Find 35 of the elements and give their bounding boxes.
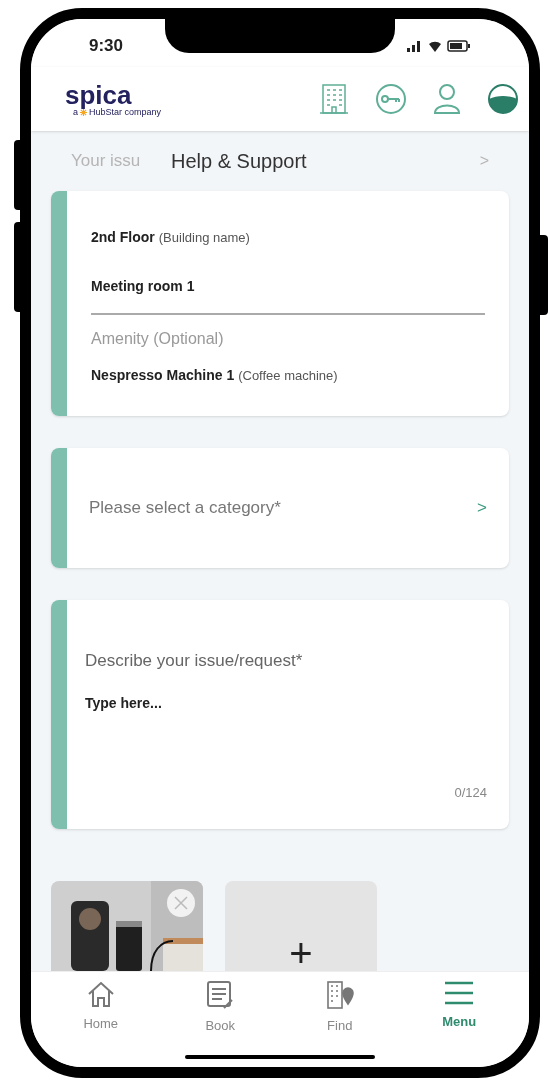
avatar-icon[interactable]	[487, 83, 519, 115]
signal-icon	[407, 40, 423, 52]
menu-icon	[443, 980, 476, 1006]
wifi-icon	[427, 40, 443, 52]
amenity-label: Amenity (Optional)	[91, 328, 225, 349]
issue-input[interactable]: Type here...	[85, 693, 487, 784]
add-photo-button[interactable]: +	[225, 881, 377, 971]
star-icon	[80, 108, 87, 116]
person-icon[interactable]	[433, 83, 461, 115]
document-edit-icon	[206, 980, 235, 1010]
amenity-type-text: (Coffee machine)	[238, 366, 338, 385]
tab-bar-item[interactable]: Menu	[424, 980, 495, 1032]
amenity-text: Nespresso Machine 1	[91, 365, 235, 385]
room-text: Meeting room 1	[91, 276, 196, 296]
floor-text: 2nd Floor	[91, 227, 155, 247]
status-time: 9:30	[89, 35, 124, 58]
building-text: (Building name)	[158, 228, 250, 247]
key-icon[interactable]	[375, 83, 407, 115]
close-icon	[174, 896, 188, 910]
building-pin-icon	[324, 980, 355, 1010]
issue-label: Describe your issue/request*	[85, 649, 304, 672]
logo: spica	[65, 81, 133, 108]
category-select[interactable]: Please select a category* >	[51, 448, 509, 568]
chevron-text: >	[479, 150, 489, 171]
battery-icon	[447, 40, 471, 52]
tab-bar-item[interactable]: Find	[304, 980, 375, 1036]
issue-field[interactable]: Describe your issue/request* Type here... 0/124	[51, 599, 509, 829]
page-title: Help & Support	[171, 148, 308, 174]
building-icon[interactable]	[319, 83, 349, 115]
tab-bar-item[interactable]: Book	[185, 980, 256, 1036]
tab-bar-item[interactable]: Home	[65, 980, 136, 1034]
character-counter: 0/124	[454, 784, 487, 803]
tagline-text: a	[73, 107, 78, 117]
tagline-text: HubStar company	[89, 107, 162, 117]
field-text: Your issu	[71, 150, 142, 173]
